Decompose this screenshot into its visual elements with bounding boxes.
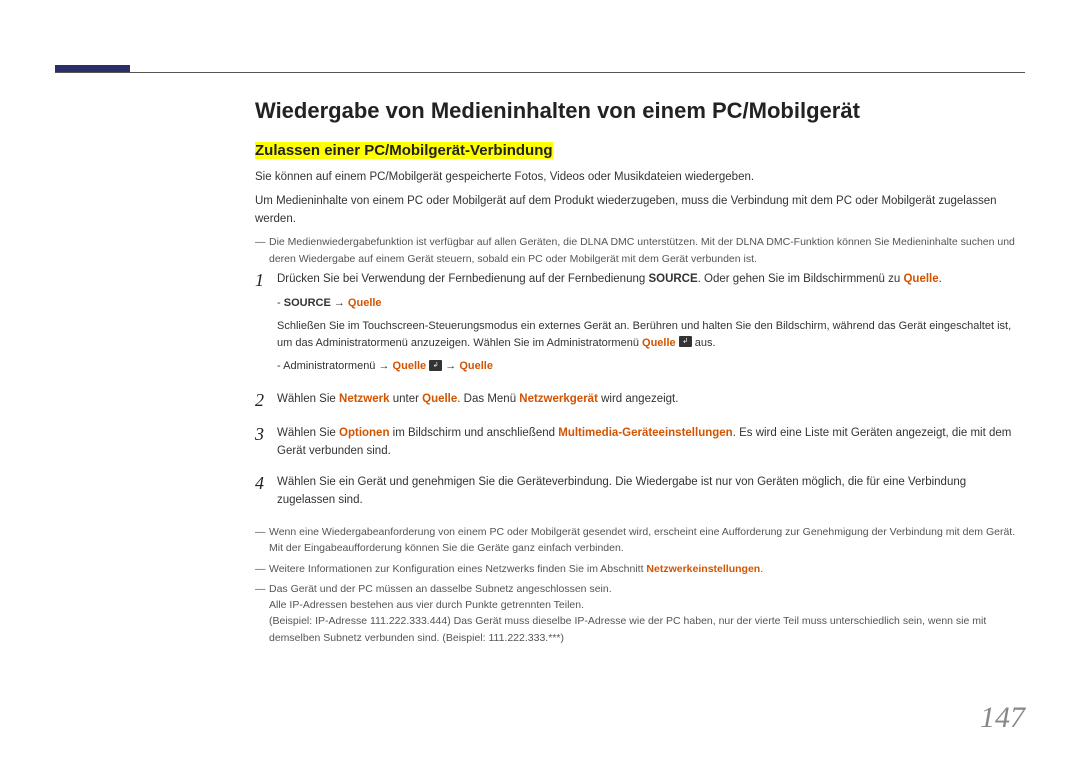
step-body: Wählen Sie ein Gerät und genehmigen Sie … xyxy=(277,474,1025,510)
step-number: 1 xyxy=(255,271,277,291)
footnotes: Wenn eine Wiedergabeanforderung von eine… xyxy=(255,524,1025,646)
step-number: 4 xyxy=(255,474,277,494)
step1-sub1: - SOURCE → Quelle xyxy=(277,295,1025,312)
step-body: Wählen Sie Netzwerk unter Quelle. Das Me… xyxy=(277,391,1025,409)
steps-list: 1 Drücken Sie bei Verwendung der Fernbed… xyxy=(255,271,1025,510)
step-1: 1 Drücken Sie bei Verwendung der Fernbed… xyxy=(255,271,1025,377)
page-number: 147 xyxy=(980,701,1025,735)
footnote-1: Wenn eine Wiedergabeanforderung von eine… xyxy=(269,524,1025,557)
step-body: Drücken Sie bei Verwendung der Fernbedie… xyxy=(277,271,1025,377)
step-4: 4 Wählen Sie ein Gerät und genehmigen Si… xyxy=(255,474,1025,510)
footnote-2: Weitere Informationen zur Konfiguration … xyxy=(269,561,1025,577)
step-number: 3 xyxy=(255,425,277,445)
section-subtitle: Zulassen einer PC/Mobilgerät-Verbindung xyxy=(255,142,1025,159)
dlna-note: Die Medienwiedergabefunktion ist verfügb… xyxy=(269,234,1025,267)
step1-line2: Schließen Sie im Touchscreen-Steuerungsm… xyxy=(277,318,1025,352)
step1-sub2: - Administratormenü → Quelle ↲ → Quelle xyxy=(277,358,1025,375)
step-3: 3 Wählen Sie Optionen im Bildschirm und … xyxy=(255,425,1025,461)
intro-text-2: Um Medieninhalte von einem PC oder Mobil… xyxy=(255,193,1025,229)
page-title: Wiedergabe von Medieninhalten von einem … xyxy=(255,98,1025,124)
step-2: 2 Wählen Sie Netzwerk unter Quelle. Das … xyxy=(255,391,1025,411)
source-icon: ↲ xyxy=(679,336,692,347)
header-accent-bar xyxy=(55,65,130,72)
step-body: Wählen Sie Optionen im Bildschirm und an… xyxy=(277,425,1025,461)
source-icon: ↲ xyxy=(429,360,442,371)
footnote-3: Das Gerät und der PC müssen an dasselbe … xyxy=(269,581,1025,646)
step-number: 2 xyxy=(255,391,277,411)
intro-text-1: Sie können auf einem PC/Mobilgerät gespe… xyxy=(255,169,1025,187)
page-content: Wiedergabe von Medieninhalten von einem … xyxy=(255,98,1025,646)
header-divider xyxy=(55,72,1025,73)
